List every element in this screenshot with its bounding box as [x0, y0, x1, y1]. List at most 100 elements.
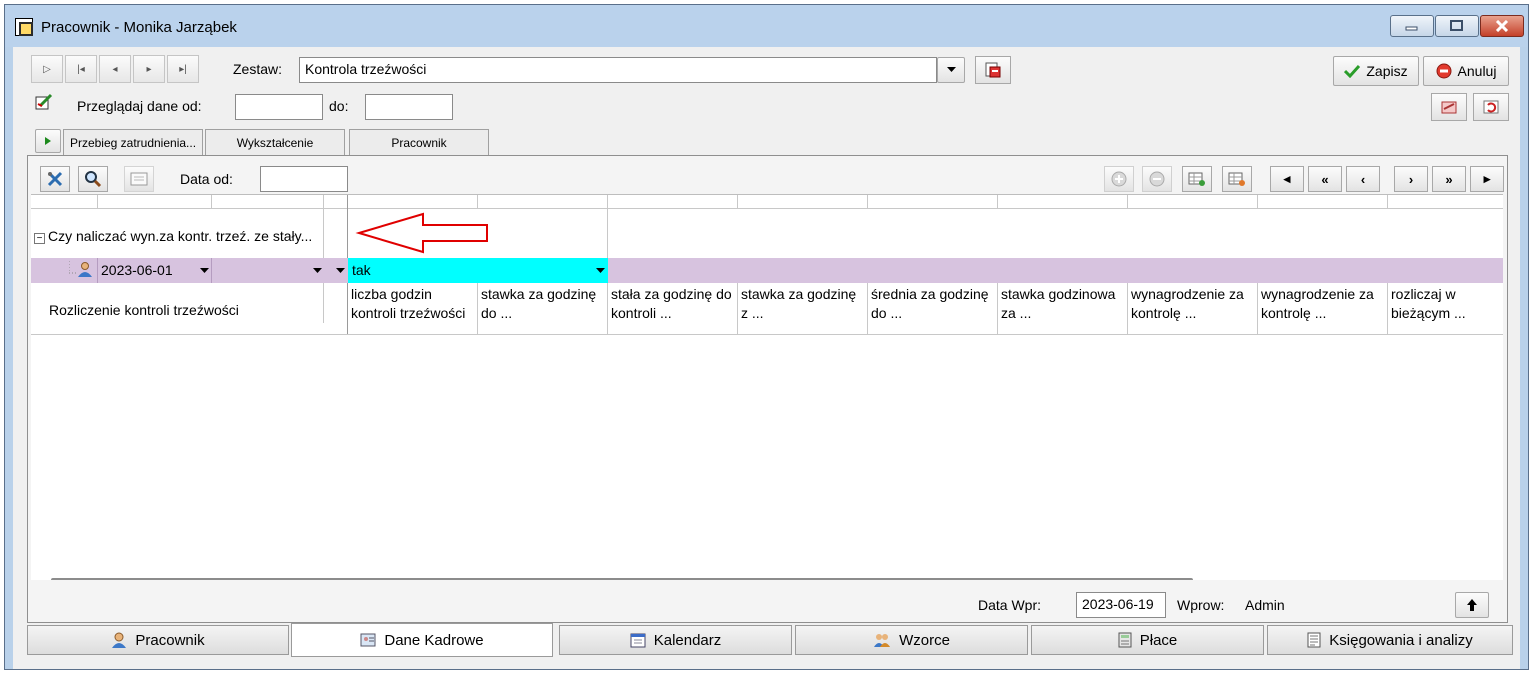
chevron-down-icon[interactable]: [336, 268, 345, 273]
ledger-icon: [1307, 632, 1321, 648]
column-header[interactable]: wynagrodzenie za kontrolę ...: [1131, 285, 1255, 323]
grid-export-icon: [1228, 172, 1245, 186]
status-bar: Data Wpr: 2023-06-19 Wprow: Admin: [31, 580, 1503, 620]
bottom-tab-dane-kadrowe[interactable]: Dane Kadrowe: [291, 623, 553, 657]
tools-icon: [47, 171, 63, 187]
search-icon: [85, 171, 102, 188]
tab-wyksztalcenie[interactable]: Wykształcenie: [205, 129, 345, 155]
caret-left-icon: ◂: [1283, 171, 1291, 186]
column-header[interactable]: stawka godzinowa za ...: [1001, 285, 1125, 323]
prev-record-button[interactable]: ◂: [99, 55, 131, 83]
grid-line: [97, 258, 98, 283]
column-header[interactable]: liczba godzin kontroli trzeźwości: [351, 285, 477, 323]
bottom-tab-kalendarz[interactable]: Kalendarz: [559, 625, 792, 655]
scroll-right-button[interactable]: ›: [1394, 166, 1428, 192]
calendar-icon: [130, 172, 148, 186]
browse-from-input[interactable]: [235, 94, 323, 120]
chevron-down-icon[interactable]: [313, 268, 322, 273]
wprow-label: Wprow:: [1177, 597, 1225, 613]
scroll-page-left-button[interactable]: «: [1308, 166, 1342, 192]
window-title: Pracownik - Monika Jarząbek: [41, 19, 237, 36]
user-icon: [112, 632, 127, 648]
import-grid-button[interactable]: [1182, 166, 1212, 192]
tools-button[interactable]: [40, 166, 70, 192]
app-icon: [15, 18, 33, 36]
plus-circle-icon: [1111, 171, 1127, 187]
grid-line: [211, 258, 212, 283]
data-grid[interactable]: − Czy naliczać wyn.za kontr. trzeź. ze st…: [31, 194, 1503, 580]
zestaw-config-button[interactable]: [975, 56, 1011, 84]
title-bar[interactable]: Pracownik - Monika Jarząbek: [5, 5, 1528, 47]
bottom-tab-wzorce[interactable]: Wzorce: [795, 625, 1028, 655]
bottom-tab-label: Pracownik: [135, 631, 205, 649]
zestaw-label: Zestaw:: [233, 61, 283, 77]
column-header[interactable]: stawka za godzinę z ...: [741, 285, 865, 323]
column-header[interactable]: stała za godzinę do kontroli ...: [611, 285, 735, 323]
save-button[interactable]: Zapisz: [1333, 56, 1419, 86]
tab-pracownik[interactable]: Pracownik: [349, 129, 489, 155]
last-record-button[interactable]: ▸|: [167, 55, 199, 83]
selected-value-text: tak: [352, 262, 371, 278]
scroll-top-button[interactable]: [1455, 592, 1489, 618]
zestaw-select[interactable]: Kontrola trzeźwości: [299, 57, 937, 83]
calendar-icon: [630, 633, 646, 648]
remove-row-button[interactable]: [1142, 166, 1172, 192]
grid-line: [1257, 195, 1258, 208]
group-label-text: Czy naliczać wyn.za kontr. trzeź. ze sta…: [48, 228, 313, 244]
prev-icon: ◂: [112, 63, 118, 75]
first-record-button[interactable]: |◂: [65, 55, 97, 83]
bottom-tab-place[interactable]: Płace: [1031, 625, 1264, 655]
scroll-last-button[interactable]: ▸: [1470, 166, 1504, 192]
column-header[interactable]: średnia za godzinę do ...: [871, 285, 995, 323]
minimize-button[interactable]: [1390, 15, 1434, 37]
settings-list-icon: [985, 62, 1001, 78]
bottom-tab-ksiegowania[interactable]: Księgowania i analizy: [1267, 625, 1513, 655]
play-icon: ▷: [43, 63, 51, 75]
cancel-button[interactable]: Anuluj: [1423, 56, 1509, 86]
next-record-button[interactable]: ▸: [133, 55, 165, 83]
selected-value-cell[interactable]: tak: [348, 258, 608, 283]
chevron-down-icon[interactable]: [596, 268, 605, 273]
search-button[interactable]: [78, 166, 108, 192]
export-button[interactable]: [1431, 93, 1467, 121]
maximize-button[interactable]: [1435, 15, 1479, 37]
grid-import-icon: [1188, 172, 1205, 186]
tab-przebieg-zatrudnienia[interactable]: Przebieg zatrudnienia...: [63, 129, 203, 155]
chevron-down-icon[interactable]: [200, 268, 209, 273]
bottom-tab-pracownik[interactable]: Pracownik: [27, 625, 289, 655]
data-panel: Data od: ◂ « ‹ › » ▸ − Czy naliczać wyn.…: [27, 155, 1508, 623]
tabs-expand-button[interactable]: [35, 129, 61, 153]
grid-line: [477, 195, 478, 208]
scroll-first-button[interactable]: ◂: [1270, 166, 1304, 192]
column-header[interactable]: rozliczaj w bieżącym ...: [1391, 285, 1501, 323]
row-date-cell[interactable]: 2023-06-01: [101, 261, 191, 280]
scroll-left-button[interactable]: ‹: [1346, 166, 1380, 192]
cancel-icon: [1436, 63, 1452, 79]
refresh-button[interactable]: [1473, 93, 1509, 121]
new-record-button[interactable]: ▷: [31, 55, 63, 83]
add-row-button[interactable]: [1104, 166, 1134, 192]
zestaw-dropdown-button[interactable]: [937, 57, 965, 83]
browse-to-input[interactable]: [365, 94, 453, 120]
bottom-tab-label: Kalendarz: [653, 631, 722, 649]
arrow-up-icon: [1467, 599, 1477, 611]
grid-line: [607, 283, 608, 335]
scroll-page-right-button[interactable]: »: [1432, 166, 1466, 192]
grid-line: [997, 195, 998, 208]
grid-line: [323, 195, 324, 208]
collapse-icon[interactable]: −: [34, 233, 45, 244]
close-button[interactable]: [1480, 15, 1524, 37]
export-grid-button[interactable]: [1222, 166, 1252, 192]
next-icon: ▸: [146, 63, 152, 75]
data-wpr-label: Data Wpr:: [978, 597, 1042, 613]
column-header[interactable]: wynagrodzenie za kontrolę ...: [1261, 285, 1385, 323]
highlighted-row[interactable]: [31, 258, 1503, 283]
group-row-label[interactable]: − Czy naliczać wyn.za kontr. trzeź. ze st…: [34, 227, 324, 246]
grid-line: [1387, 283, 1388, 335]
first-icon: |◂: [77, 63, 85, 75]
column-header[interactable]: stawka za godzinę do ...: [481, 285, 605, 323]
maximize-icon: [1450, 20, 1463, 31]
bottom-tab-label: Księgowania i analizy: [1329, 631, 1473, 649]
date-from-input[interactable]: [260, 166, 348, 192]
calendar-button[interactable]: [124, 166, 154, 192]
